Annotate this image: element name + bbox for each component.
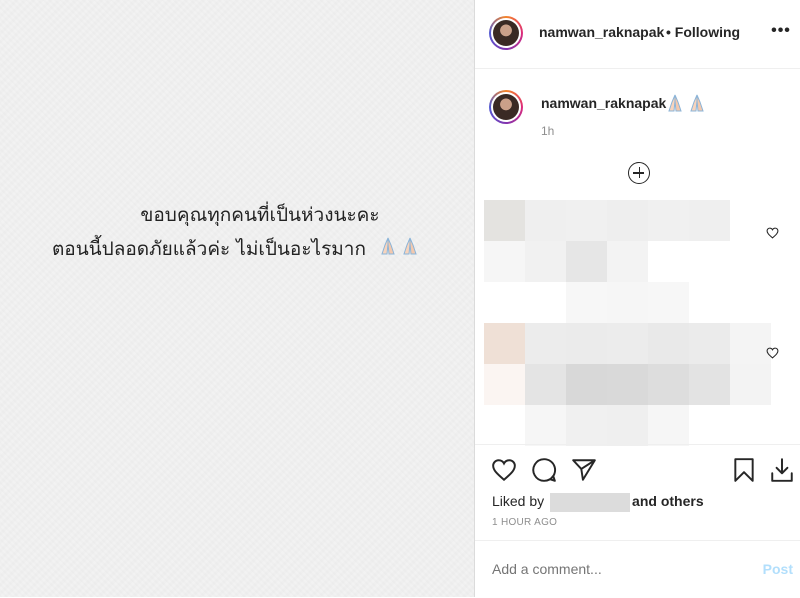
blurred-comments [484,200,771,446]
post-sidebar: namwan_raknapak • Following ••• namwan_r… [474,0,800,597]
comment-input[interactable] [492,561,712,577]
post-image-text: ขอบคุณทุกคนที่เป็นห่วงนะคะ ตอนนี้ปลอดภัย… [0,198,474,267]
praying-hands-emoji [665,93,709,118]
post-timestamp[interactable]: 1 HOUR AGO [492,517,557,528]
image-text-line1: ขอบคุณทุกคนที่เป็นห่วงนะคะ [140,204,380,226]
post-header: namwan_raknapak • Following ••• [475,0,800,69]
caption-avatar[interactable] [489,90,523,124]
avatar[interactable] [489,16,523,50]
praying-hands-emoji [378,233,422,267]
praying-hands-icon [378,233,398,254]
image-text-line2-wrap: ตอนนี้ปลอดภัยแล้วค่ะ ไม่เป็นอะไรมาก [0,232,474,267]
praying-hands-icon [665,93,685,113]
header-username[interactable]: namwan_raknapak [539,24,664,40]
comment-icon[interactable] [531,457,557,483]
caption-time[interactable]: 1h [541,124,554,138]
share-icon[interactable] [571,457,597,483]
action-bar: Liked by and others 1 HOUR AGO [475,444,800,541]
liked-by: Liked by and others [492,493,704,512]
heart-icon[interactable] [491,457,517,483]
following-button[interactable]: • Following [666,24,740,40]
bookmark-icon[interactable] [731,457,757,483]
comment-like-heart-icon[interactable] [766,347,779,359]
caption-username[interactable]: namwan_raknapak [541,95,666,111]
liked-by-label: Liked by [492,493,545,510]
praying-hands-icon [400,233,420,254]
post-button[interactable]: Post [763,561,793,577]
post-image: ขอบคุณทุกคนที่เป็นห่วงนะคะ ตอนนี้ปลอดภัย… [0,0,474,597]
add-comment-bar: Post [475,540,800,598]
more-icon[interactable]: ••• [771,22,791,42]
praying-hands-icon [687,93,707,113]
image-text-line2: ตอนนี้ปลอดภัยแล้วค่ะ ไม่เป็นอะไรมาก [51,238,366,260]
and-others-link[interactable]: and others [632,493,704,509]
download-icon[interactable] [769,457,795,483]
comment-like-heart-icon[interactable] [766,227,779,239]
plus-circle-icon[interactable] [628,162,650,184]
liked-by-user-redacted[interactable] [550,493,631,512]
